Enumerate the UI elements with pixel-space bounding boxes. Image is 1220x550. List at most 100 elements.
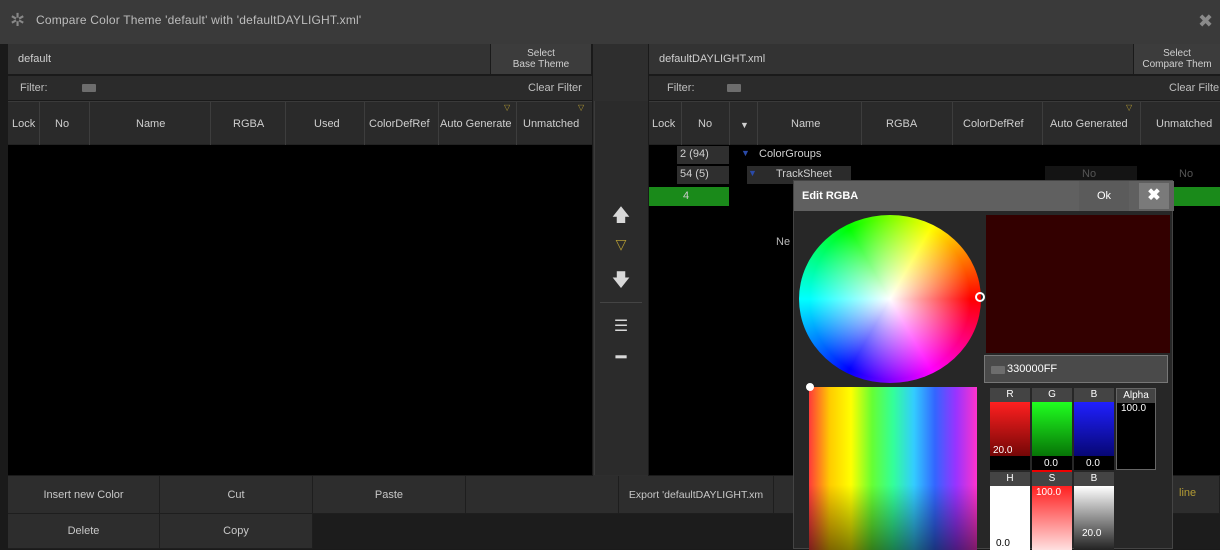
color-wheel[interactable] [799, 215, 981, 383]
line-label: line [1179, 487, 1197, 499]
select-compare-theme-button[interactable]: Select Compare Them [1134, 44, 1220, 74]
color-spectrum[interactable] [809, 387, 977, 550]
right-theme-name: defaultDAYLIGHT.xml [659, 53, 766, 65]
window-title: Compare Color Theme 'default' with 'defa… [36, 13, 362, 27]
row-no: 54 (5) [680, 168, 709, 180]
row-name: ColorGroups [759, 148, 822, 160]
channel-r-value: 20.0 [993, 445, 1013, 456]
clear-filter-button[interactable]: Clear Filte [1169, 82, 1219, 94]
clear-filter-button[interactable]: Clear Filter [528, 82, 582, 94]
left-theme-header: default [8, 44, 490, 74]
keyboard-icon[interactable] [82, 84, 96, 92]
hex-input[interactable]: 330000FF [984, 355, 1168, 383]
filter-label: Filter: [667, 82, 695, 94]
col-colordefref[interactable]: ColorDefRef [963, 118, 1024, 130]
keyboard-icon[interactable] [991, 366, 1005, 374]
dialog-title: Edit RGBA [802, 190, 859, 202]
channel-b[interactable]: B 0.0 [1074, 388, 1114, 470]
cut-button[interactable]: Cut [160, 476, 313, 514]
ok-button[interactable]: Ok [1079, 181, 1129, 211]
move-down-icon[interactable]: 🡇 [604, 268, 638, 298]
channel-s[interactable]: S 100.0 [1032, 472, 1072, 550]
col-used[interactable]: Used [314, 118, 340, 130]
channel-g-value: 0.0 [1044, 458, 1058, 469]
insert-new-color-button[interactable]: Insert new Color [8, 476, 160, 514]
channel-g-label: G [1032, 388, 1072, 402]
copy-button[interactable]: Copy [160, 514, 313, 549]
delete-button[interactable]: Delete [8, 514, 160, 549]
color-preview [986, 215, 1170, 353]
left-theme-name: default [18, 53, 52, 65]
channel-s-label: S [1032, 472, 1072, 486]
spectrum-picker-handle[interactable] [806, 383, 814, 391]
col-no[interactable]: No [55, 118, 69, 130]
col-auto-generated[interactable]: Auto Generated [1050, 118, 1128, 130]
col-unmatched[interactable]: Unmatched [523, 118, 579, 130]
col-rgba[interactable]: RGBA [886, 118, 917, 130]
list-icon[interactable]: ☰ [604, 316, 638, 346]
col-name[interactable]: Name [136, 118, 165, 130]
export-button[interactable]: Export 'defaultDAYLIGHT.xm [619, 476, 774, 514]
wheel-picker-handle[interactable] [975, 292, 985, 302]
keyboard-icon[interactable] [727, 84, 741, 92]
dialog-header: Edit RGBA Ok ✖ [794, 181, 1174, 211]
row-no: 2 (94) [680, 148, 709, 160]
expand-icon[interactable]: ▼ [741, 148, 750, 158]
col-lock[interactable]: Lock [12, 118, 35, 130]
right-column-headers: Lock No ▼ Name RGBA ColorDefRef Auto Gen… [649, 101, 1220, 146]
col-unmatched[interactable]: Unmatched [1156, 118, 1212, 130]
channel-r[interactable]: R 20.0 [990, 388, 1030, 470]
left-table-body[interactable] [8, 145, 592, 475]
hex-value: 330000FF [1007, 363, 1058, 375]
right-theme-header: defaultDAYLIGHT.xml [649, 44, 1133, 74]
col-colordefref[interactable]: ColorDefRef [369, 118, 430, 130]
table-row[interactable]: 2 (94) ▼ ColorGroups [649, 146, 1220, 164]
expand-icon[interactable]: ▼ [748, 168, 757, 178]
select-label-2: Base Theme [512, 59, 570, 70]
left-column-headers: Lock No Name RGBA Used ColorDefRef Auto … [8, 101, 592, 146]
channel-b2-value: 20.0 [1082, 528, 1102, 539]
gear-icon[interactable]: ✲ [10, 10, 32, 32]
channel-h-label: H [990, 472, 1030, 486]
filter-icon: ▽ [504, 103, 511, 112]
channel-r-label: R [990, 388, 1030, 402]
empty-button[interactable] [466, 476, 619, 514]
col-name[interactable]: Name [791, 118, 820, 130]
row-unmatched: No [1179, 168, 1194, 180]
channel-alpha-value: 100.0 [1121, 403, 1147, 414]
row-no: 4 [683, 190, 690, 202]
channel-b2[interactable]: B 20.0 [1074, 472, 1114, 550]
edit-rgba-dialog: Edit RGBA Ok ✖ 330000FF R 20.0 G 0.0 B 0… [793, 180, 1174, 550]
minus-icon[interactable]: ━ [604, 347, 638, 377]
row-name: TrackSheet [776, 168, 832, 180]
col-rgba[interactable]: RGBA [233, 118, 264, 130]
col-no[interactable]: No [698, 118, 712, 130]
filter-icon: ▽ [578, 103, 585, 112]
select-base-theme-button[interactable]: Select Base Theme [491, 44, 591, 74]
paste-button[interactable]: Paste [313, 476, 466, 514]
filter-label: Filter: [20, 82, 48, 94]
close-icon[interactable]: ✖ [1139, 183, 1169, 209]
partial-text: Ne [776, 236, 791, 248]
left-filter-bar: Filter: Clear Filter [8, 76, 592, 100]
col-expand[interactable]: ▼ [740, 120, 749, 130]
col-lock[interactable]: Lock [652, 118, 675, 130]
close-icon[interactable]: ✖ [1198, 11, 1213, 32]
title-bar: ✲ Compare Color Theme 'default' with 'de… [0, 0, 1220, 44]
select-label-1: Select [1163, 48, 1191, 59]
channel-alpha[interactable]: Alpha 100.0 [1116, 388, 1156, 470]
select-label-2: Compare Them [1142, 59, 1212, 70]
channel-alpha-label: Alpha [1117, 389, 1155, 403]
filter-icon[interactable]: ▽ [604, 236, 638, 266]
right-filter-bar: Filter: Clear Filte [649, 76, 1220, 100]
channel-g[interactable]: G 0.0 [1032, 388, 1072, 473]
channel-b-label: B [1074, 388, 1114, 402]
move-up-icon[interactable]: 🡅 [604, 203, 638, 233]
col-auto-generate[interactable]: Auto Generate [440, 118, 512, 130]
channel-h[interactable]: H 0.0 [990, 472, 1030, 550]
select-label-1: Select [527, 48, 555, 59]
row-auto-generated: No [1082, 168, 1097, 180]
channel-s-value: 100.0 [1036, 487, 1062, 498]
channel-b2-label: B [1074, 472, 1114, 486]
channel-b-value: 0.0 [1086, 458, 1100, 469]
